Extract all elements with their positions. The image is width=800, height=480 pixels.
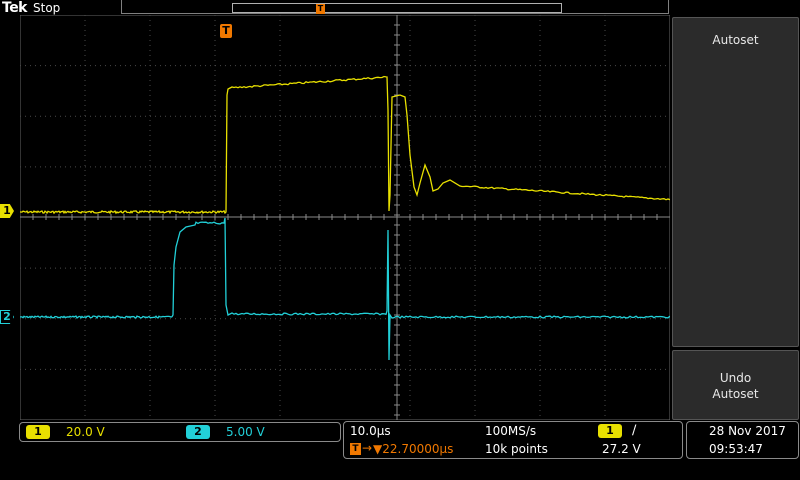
- ch2-ground-marker[interactable]: 2: [0, 310, 14, 324]
- autoset-button[interactable]: Autoset: [672, 17, 799, 347]
- date: 28 Nov 2017: [709, 424, 786, 438]
- run-state: Stop: [33, 1, 61, 15]
- horizontal-scale: 10.0µs: [350, 424, 391, 438]
- trigger-source-badge[interactable]: 1: [598, 424, 622, 438]
- undo-autoset-label: Undo Autoset: [712, 371, 759, 401]
- ch1-badge[interactable]: 1: [26, 425, 50, 439]
- tek-logo: Tek: [2, 0, 28, 16]
- trigger-time-marker[interactable]: T: [220, 24, 232, 38]
- trigger-position: ▼22.70000µs: [373, 442, 454, 456]
- trigger-slope-icon: ∕: [632, 423, 637, 438]
- timebase-readout-panel[interactable]: 10.0µs T → ▼22.70000µs 100MS/s 10k point…: [343, 421, 683, 459]
- ch1-ground-marker[interactable]: 1: [0, 204, 14, 218]
- ch2-badge[interactable]: 2: [186, 425, 210, 439]
- waveform-graticule[interactable]: [20, 15, 670, 420]
- undo-autoset-button[interactable]: Undo Autoset: [672, 350, 799, 420]
- trigger-arrow-icon: →: [362, 441, 373, 455]
- datetime-panel: 28 Nov 2017 09:53:47: [686, 421, 799, 459]
- record-trigger-marker: T: [316, 4, 325, 14]
- trigger-position-icon: T: [350, 443, 361, 455]
- sample-rate: 100MS/s: [485, 424, 537, 438]
- time: 09:53:47: [709, 442, 763, 456]
- trigger-level: 27.2 V: [602, 442, 641, 456]
- ch2-scale: 5.00 V: [226, 425, 265, 439]
- record-view-window: [232, 3, 562, 13]
- channel-readout-panel[interactable]: 1 20.0 V 2 5.00 V: [19, 422, 341, 442]
- ch1-scale: 20.0 V: [66, 425, 105, 439]
- record-length: 10k points: [485, 442, 548, 456]
